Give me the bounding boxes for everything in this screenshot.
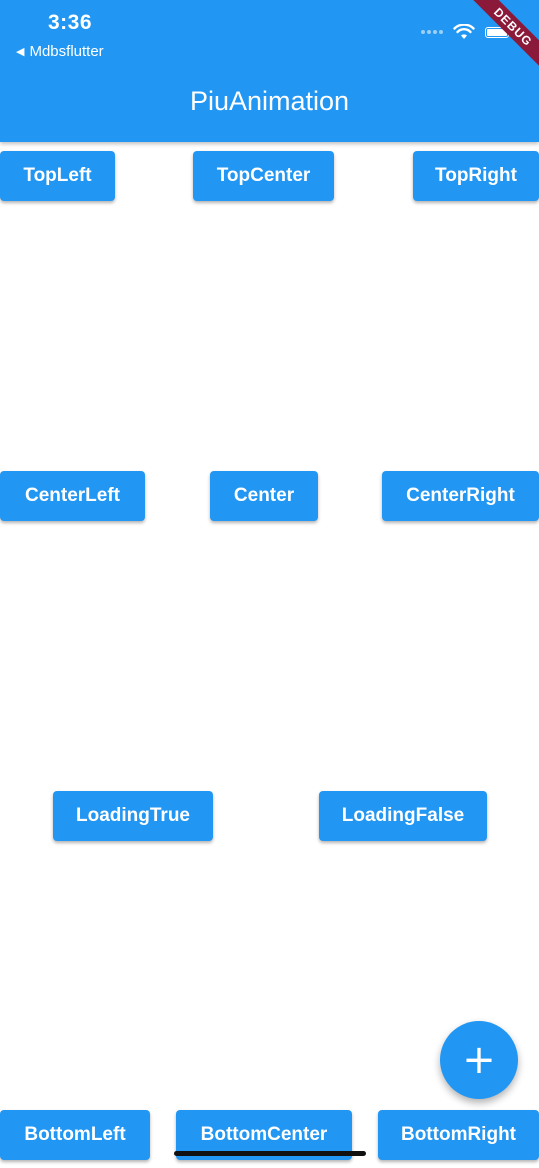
back-triangle-icon: ◀ — [16, 46, 25, 58]
page-title: PiuAnimation — [189, 86, 350, 116]
top-right-button[interactable]: TopRight — [413, 151, 539, 201]
loading-false-button[interactable]: LoadingFalse — [319, 791, 487, 841]
signal-icon — [421, 30, 443, 34]
loading-true-button[interactable]: LoadingTrue — [53, 791, 213, 841]
back-to-app-link[interactable]: ◀ Mdbsflutter — [16, 43, 104, 60]
bottom-left-button[interactable]: BottomLeft — [0, 1110, 150, 1160]
plus-icon: + — [462, 1037, 496, 1083]
center-right-button[interactable]: CenterRight — [382, 471, 539, 521]
home-indicator[interactable] — [174, 1151, 366, 1156]
app-bar: 3:36 ◀ Mdbsflutter DEBUG PiuAnimation — [0, 0, 539, 142]
add-fab-button[interactable]: + — [440, 1021, 518, 1099]
back-label: Mdbsflutter — [29, 43, 104, 60]
debug-banner-label: DEBUG — [464, 0, 539, 76]
bottom-right-button[interactable]: BottomRight — [378, 1110, 539, 1160]
top-left-button[interactable]: TopLeft — [0, 151, 115, 201]
center-left-button[interactable]: CenterLeft — [0, 471, 145, 521]
top-center-button[interactable]: TopCenter — [193, 151, 334, 201]
debug-banner: DEBUG — [459, 0, 539, 80]
center-button[interactable]: Center — [210, 471, 318, 521]
status-time: 3:36 — [48, 11, 93, 34]
